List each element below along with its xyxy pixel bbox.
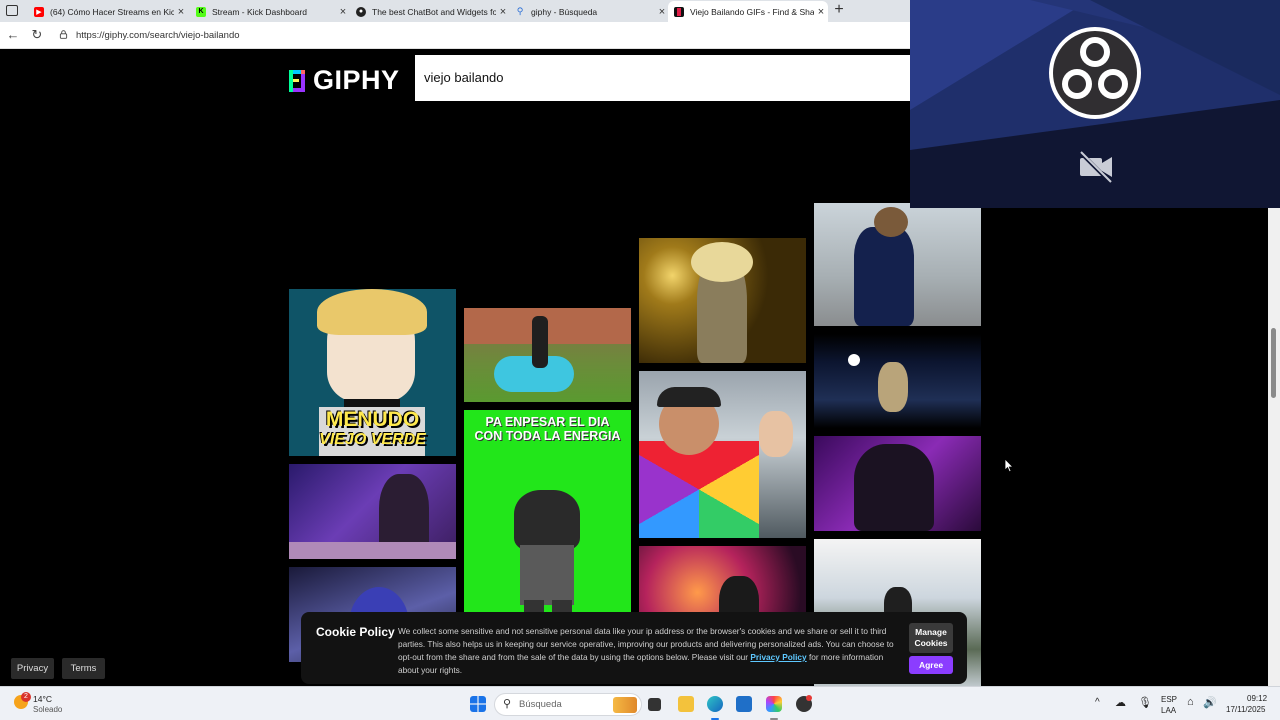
clock-date[interactable]: 17/11/2025 [1226,705,1265,714]
terms-link[interactable]: Terms [62,658,105,679]
weather-temperature[interactable]: 14°C [33,694,52,704]
tab-title: Viejo Bailando GIFs - Find & Share [690,6,814,17]
kick-icon: K [196,6,206,17]
volume-icon[interactable]: 🔊 [1203,696,1217,709]
network-icon[interactable]: ⌂ [1187,696,1194,708]
copilot-icon[interactable] [766,696,782,712]
new-tab-button[interactable]: + [831,1,847,19]
cookie-text: We collect some sensitive and not sensit… [398,625,898,677]
manage-label: Cookies [914,638,948,648]
cookie-title: Cookie Policy [316,625,395,639]
taskbar-search-input[interactable]: Búsqueda [519,699,562,710]
tab-title: (64) Cómo Hacer Streams en Kick [50,6,174,17]
screen: ▶ (64) Cómo Hacer Streams en Kick × K St… [0,0,1280,720]
obs-logo-icon [1049,27,1141,119]
gif-inflatable-dancer[interactable] [464,308,631,402]
tab-actions-icon[interactable] [6,5,18,16]
scrollbar-thumb[interactable] [1271,328,1276,398]
privacy-link[interactable]: Privacy [11,658,54,679]
gif-caption: PA ENPESAR EL DIA [485,415,610,429]
gif-street-dancer[interactable] [814,203,981,326]
tab-chatbot[interactable]: ● The best ChatBot and Widgets for × [350,1,510,22]
cloud-icon[interactable]: ☁ [1115,696,1126,709]
tab-kick-dashboard[interactable]: K Stream - Kick Dashboard × [190,1,350,22]
cookie-banner: Cookie Policy We collect some sensitive … [301,612,967,684]
privacy-policy-link[interactable]: Privacy Policy [750,652,806,662]
edge-browser-icon[interactable] [707,696,723,712]
gif-menudo-viejo-verde[interactable]: MENUDO VIEJO VERDE [289,289,456,456]
search-bar[interactable]: viejo bailando [415,55,915,101]
tab-giphy-active[interactable]: Viejo Bailando GIFs - Find & Share × [668,1,828,22]
giphy-logo-icon [289,68,307,94]
github-icon: ● [356,6,366,17]
show-hidden-icons-icon[interactable]: ^ [1095,697,1100,708]
page-scrollbar[interactable] [1268,208,1280,686]
microphone-icon[interactable]: 🎙 [1138,696,1152,709]
tab-bing-search[interactable]: ⚲ giphy - Búsqueda × [509,1,669,22]
tab-title: The best ChatBot and Widgets for [372,6,496,17]
gif-disco-ball[interactable] [814,334,981,428]
agree-button[interactable]: Agree [909,656,953,674]
weather-badge: 2 [21,692,31,702]
windows-taskbar: 2 14°C Soleado ⚲ Búsqueda ^ ☁ 🎙 ESP LAA … [0,686,1280,720]
close-icon[interactable]: × [174,6,188,18]
windows-start-icon[interactable] [470,696,486,712]
microsoft-store-icon[interactable] [736,696,752,712]
search-input[interactable]: viejo bailando [424,70,504,85]
weather-description[interactable]: Soleado [33,705,62,714]
giphy-logo-text: GIPHY [313,65,400,95]
language-indicator[interactable]: ESP [1161,695,1177,704]
manage-label: Manage [915,627,947,637]
close-icon[interactable]: × [336,6,350,18]
back-arrow-icon[interactable]: ← [5,27,21,42]
manage-cookies-button[interactable]: Manage Cookies [909,623,953,653]
gif-car-dancer[interactable] [639,371,806,538]
taskbar-search-box[interactable]: ⚲ Búsqueda [494,693,642,716]
gif-purple-room[interactable] [289,464,456,559]
file-explorer-icon[interactable] [678,696,694,712]
gif-purple-dancer[interactable] [814,436,981,531]
giphy-icon [674,6,684,17]
url-field[interactable]: https://giphy.com/search/viejo-bailando [76,30,240,41]
tab-title: giphy - Búsqueda [531,6,598,17]
obs-camera-overlay [910,0,1280,208]
gif-caption: MENUDO [325,408,420,431]
clock-time[interactable]: 09:12 [1247,694,1267,703]
gif-caption: VIEJO VERDE [319,431,426,448]
close-icon[interactable]: × [496,6,510,18]
camera-off-icon [1078,150,1112,184]
close-icon[interactable]: × [655,6,669,18]
task-view-icon[interactable] [648,698,661,711]
close-icon[interactable]: × [814,6,828,18]
mouse-cursor-icon [1004,458,1014,473]
lock-icon[interactable] [59,30,68,39]
tab-title: Stream - Kick Dashboard [212,6,307,17]
youtube-icon: ▶ [34,6,44,17]
gif-gold-bokeh-dancer[interactable] [639,238,806,363]
notification-dot [806,695,812,701]
language-indicator-sub[interactable]: LAA [1161,706,1176,715]
search-highlight-icon [613,697,637,713]
giphy-logo[interactable]: GIPHY [289,65,400,96]
search-icon: ⚲ [503,698,512,710]
reload-icon[interactable]: ↻ [29,27,45,43]
search-icon: ⚲ [516,6,524,16]
tab-youtube[interactable]: ▶ (64) Cómo Hacer Streams en Kick × [28,1,188,22]
gif-caption: CON TODA LA ENERGIA [474,429,621,443]
